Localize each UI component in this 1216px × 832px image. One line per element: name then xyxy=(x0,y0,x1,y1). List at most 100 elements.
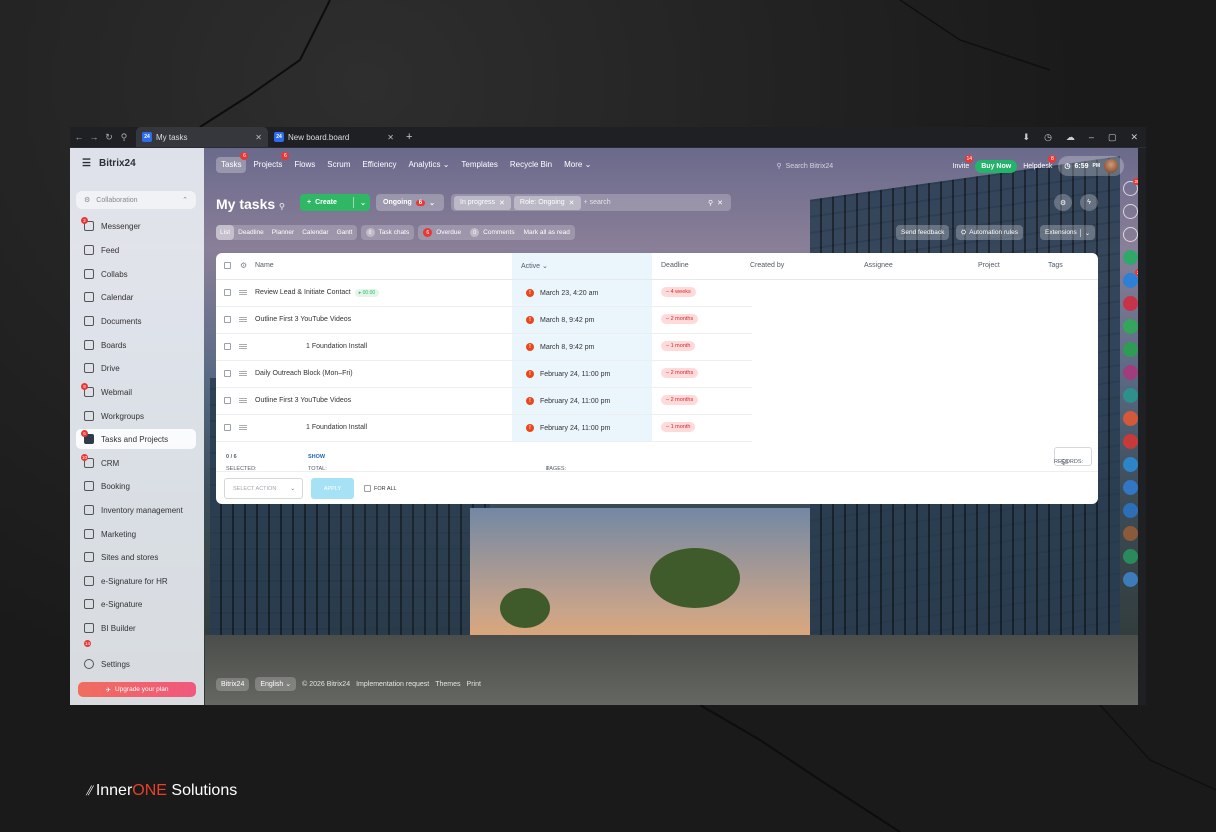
workday-clock[interactable]: ◷ 6:59 PM xyxy=(1058,156,1124,176)
clear-icon[interactable]: ✕ xyxy=(717,199,723,207)
sidebar-item-messenger[interactable]: 2 Messenger xyxy=(76,216,196,236)
total-show-link[interactable]: SHOW xyxy=(308,454,325,460)
calendar-icon[interactable] xyxy=(1122,572,1138,587)
row-checkbox[interactable] xyxy=(224,316,231,323)
sidebar-item-webmail[interactable]: 9 Webmail xyxy=(76,382,196,402)
settings-icon[interactable] xyxy=(1122,204,1138,219)
automation-rules-button[interactable]: ⛭ Automation rules xyxy=(956,225,1023,240)
deadline-badge[interactable]: – 2 months xyxy=(661,314,699,324)
sidebar-item-boards[interactable]: Boards xyxy=(76,335,196,355)
task-name-link[interactable]: Outline First 3 YouTube Videos xyxy=(255,397,351,404)
new-tab-icon[interactable]: + xyxy=(406,131,412,143)
table-row[interactable]: Review Lead & Initiate Contact ▸ 00:00! Ma… xyxy=(216,280,752,307)
language-selector[interactable]: English ⌄ xyxy=(255,677,297,691)
filter-preset-dropdown[interactable]: Ongoing 6 ⌄ xyxy=(376,194,444,211)
download-icon[interactable]: ⬇ xyxy=(1023,132,1031,143)
filter-chip[interactable]: Role: Ongoing ✕ xyxy=(513,195,581,210)
top-nav-flows[interactable]: Flows xyxy=(289,157,320,173)
sidebar-item-inventory-management[interactable]: Inventory management xyxy=(76,500,196,520)
mark-all-read-button[interactable]: Mark all as read xyxy=(524,229,570,236)
sidebar-item-bi-builder[interactable]: BI Builder xyxy=(76,618,196,638)
for-all-checkbox[interactable]: FOR ALL xyxy=(364,485,397,492)
sidebar-item-marketing[interactable]: Marketing xyxy=(76,524,196,544)
phone-icon[interactable]: 2 xyxy=(1122,269,1142,288)
select-action-dropdown[interactable]: SELECT ACTION ⌄ xyxy=(224,478,303,499)
sidebar-item-drive[interactable]: Drive xyxy=(76,358,196,378)
print-link[interactable]: Print xyxy=(467,681,481,688)
view-mode-planner[interactable]: Planner xyxy=(268,225,298,240)
drag-handle-icon[interactable] xyxy=(239,371,247,376)
column-deadline[interactable]: Deadline xyxy=(661,262,689,269)
logo[interactable]: ☰ Bitrix24 xyxy=(82,158,136,169)
close-tab-icon[interactable]: ✕ xyxy=(255,133,262,142)
sidebar-item-booking[interactable]: Booking xyxy=(76,476,196,496)
column-settings-icon[interactable]: ⚙ xyxy=(240,261,247,270)
sidebar-item-settings[interactable]: Settings xyxy=(76,654,196,674)
top-nav-projects[interactable]: Projects 6 xyxy=(248,151,290,173)
contact-center-icon[interactable] xyxy=(1122,250,1138,265)
whatsapp-icon[interactable] xyxy=(1122,319,1138,334)
table-row[interactable]: 1 Foundation Install! March 8, 9:42 pm – 1… xyxy=(216,334,752,361)
top-nav-efficiency[interactable]: Efficiency xyxy=(357,157,401,173)
extensions-button[interactable]: Extensions ⌄ xyxy=(1040,225,1096,240)
table-row[interactable]: Daily Outreach Block (Mon–Fri)! February … xyxy=(216,361,752,388)
task-name-link[interactable]: Daily Outreach Block (Mon–Fri) xyxy=(255,370,353,377)
phone-green-icon[interactable] xyxy=(1122,342,1138,357)
close-tab-icon[interactable]: ✕ xyxy=(387,133,394,142)
back-icon[interactable]: ← xyxy=(73,132,85,142)
tab-my-tasks[interactable]: 24 My tasks ✕ xyxy=(136,127,268,147)
chat-icon[interactable] xyxy=(1122,227,1138,242)
filter-search-box[interactable]: In progress ✕ Role: Ongoing ✕ + search ⚲ ✕ xyxy=(451,194,731,211)
sidebar-item-tasks-and-projects[interactable]: 6 Tasks and Projects xyxy=(76,429,196,449)
column-assignee[interactable]: Assignee xyxy=(864,262,893,269)
row-checkbox[interactable] xyxy=(224,343,231,350)
viber-icon[interactable] xyxy=(1122,365,1138,380)
global-search[interactable]: ⚲ Search Bitrix24 xyxy=(777,158,947,174)
close-icon[interactable]: ✕ xyxy=(1130,132,1138,143)
forward-icon[interactable]: → xyxy=(88,132,100,142)
top-nav-more[interactable]: More ⌄ xyxy=(559,157,596,173)
table-row[interactable]: Outline First 3 YouTube Videos! March 8, … xyxy=(216,307,752,334)
sidebar-item-documents[interactable]: Documents xyxy=(76,311,196,331)
deadline-badge[interactable]: – 1 month xyxy=(661,422,696,432)
view-mode-gantt[interactable]: Gantt xyxy=(333,225,357,240)
view-mode-calendar[interactable]: Calendar xyxy=(298,225,332,240)
task-name-link[interactable]: Outline First 3 YouTube Videos xyxy=(255,316,351,323)
page-scrollbar[interactable] xyxy=(1138,148,1146,705)
filter-chip[interactable]: In progress ✕ xyxy=(454,195,511,210)
deadline-badge[interactable]: – 4 weeks xyxy=(661,287,696,297)
invite-button[interactable]: Invite 14 xyxy=(953,154,974,170)
task-chats-button[interactable]: 0 Task chats xyxy=(360,225,415,240)
top-nav-recycle-bin[interactable]: Recycle Bin xyxy=(505,157,557,173)
deadline-badge[interactable]: – 2 months xyxy=(661,395,699,405)
sidebar-item-e-signature-for-hr[interactable]: e-Signature for HR xyxy=(76,571,196,591)
helpdesk-button[interactable]: Helpdesk 8 xyxy=(1023,154,1057,170)
drag-handle-icon[interactable] xyxy=(239,344,247,349)
deadline-badge[interactable]: – 1 month xyxy=(661,341,696,351)
chip-remove-icon[interactable]: ✕ xyxy=(499,199,505,207)
search-icon[interactable]: ⚲ xyxy=(708,199,713,207)
chevron-down-icon[interactable]: ⌄ xyxy=(360,199,366,207)
row-checkbox[interactable] xyxy=(224,370,231,377)
column-active[interactable]: Active ⌄ xyxy=(521,262,548,270)
notifications-icon[interactable]: 26 xyxy=(1122,178,1141,196)
task-name-link[interactable]: 1 Foundation Install xyxy=(306,343,367,350)
link-icon[interactable]: ⚲ xyxy=(118,132,130,143)
row-checkbox[interactable] xyxy=(224,289,231,296)
history-icon[interactable]: ◷ xyxy=(1044,132,1052,143)
chip-remove-icon[interactable]: ✕ xyxy=(569,199,575,207)
top-nav-scrum[interactable]: Scrum xyxy=(322,157,355,173)
drag-handle-icon[interactable] xyxy=(239,425,247,430)
overdue-button[interactable]: Overdue xyxy=(436,229,461,236)
drag-handle-icon[interactable] xyxy=(239,290,247,295)
sidebar-item-e-signature[interactable]: e-Signature xyxy=(76,594,196,614)
checkbox-icon[interactable] xyxy=(364,485,371,492)
menu-icon[interactable]: ☰ xyxy=(82,158,91,169)
cloud-icon[interactable]: ☁ xyxy=(1066,132,1075,143)
footer-brand[interactable]: Bitrix24 xyxy=(216,677,250,691)
top-nav-templates[interactable]: Templates xyxy=(456,157,502,173)
drag-handle-icon[interactable] xyxy=(239,317,247,322)
drag-handle-icon[interactable] xyxy=(239,398,247,403)
view-mode-deadline[interactable]: Deadline xyxy=(234,225,268,240)
column-name[interactable]: Name xyxy=(255,262,274,269)
